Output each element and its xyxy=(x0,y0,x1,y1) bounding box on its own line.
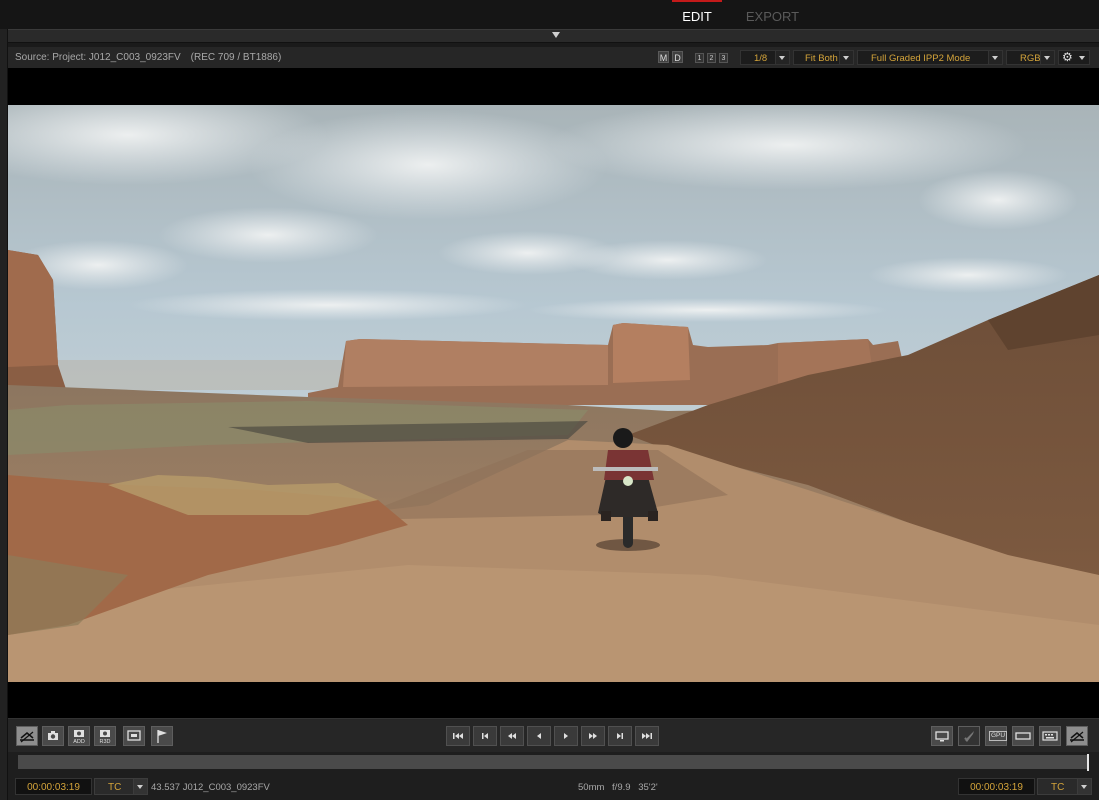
gpu-button[interactable]: GPU xyxy=(985,726,1008,746)
go-to-start-icon xyxy=(453,733,463,739)
collapse-panel-toggle[interactable] xyxy=(8,29,1099,43)
fast-forward-icon xyxy=(589,733,597,739)
timecode-right[interactable]: 00:00:03:19 xyxy=(958,778,1035,795)
aspect-frame-icon xyxy=(1015,732,1031,740)
chevron-down-icon xyxy=(1040,51,1054,64)
source-name: Source: Project: J012_C003_0923FV xyxy=(15,52,181,63)
resolution-dropdown[interactable]: 1/8 xyxy=(740,50,790,65)
step-back-button[interactable] xyxy=(473,726,497,746)
gear-icon: ⚙ xyxy=(1062,50,1073,64)
toggle-overlay-button[interactable] xyxy=(16,726,38,746)
tab-edit[interactable]: EDIT xyxy=(672,0,722,29)
transport-bar: ADD R3D GPU xyxy=(8,718,1099,752)
resolution-value: 1/8 xyxy=(754,53,768,64)
pipeline-dropdown[interactable]: Full Graded IPP2 Mode xyxy=(857,50,1003,65)
left-rail xyxy=(0,29,8,800)
viewer-header: Source: Project: J012_C003_0923FV (REC 70… xyxy=(8,47,1099,68)
tc-mode-dropdown-right[interactable]: TC xyxy=(1037,778,1092,795)
source-label: Source: Project: J012_C003_0923FV (REC 70… xyxy=(15,52,281,63)
aspect-frame-button[interactable] xyxy=(1012,726,1034,746)
top-tab-bar: EDIT EXPORT xyxy=(0,0,1099,29)
tc-mode-right-value: TC xyxy=(1051,782,1065,793)
flag-icon xyxy=(157,730,167,743)
chevron-down-icon xyxy=(839,51,853,64)
lens-info: 50mm f/9.9 35'2' xyxy=(578,782,663,793)
chevron-down-icon xyxy=(1077,779,1091,794)
view-button-2[interactable]: 2 xyxy=(707,53,716,63)
snapshot-add-label: ADD xyxy=(73,739,85,745)
snapshot-r3d-label: R3D xyxy=(99,739,111,745)
fit-value: Fit Both xyxy=(805,53,838,64)
go-to-end-icon xyxy=(642,733,652,739)
monitor-button[interactable] xyxy=(931,726,953,746)
pipeline-value: Full Graded IPP2 Mode xyxy=(871,53,971,64)
go-to-end-button[interactable] xyxy=(635,726,659,746)
playhead[interactable] xyxy=(1086,754,1089,771)
chevron-down-icon xyxy=(552,32,560,38)
aperture: f/9.9 xyxy=(612,782,631,793)
channel-dropdown[interactable]: RGB xyxy=(1006,50,1055,65)
tc-mode-left-value: TC xyxy=(108,782,122,793)
timecode-left[interactable]: 00:00:03:19 xyxy=(15,778,92,795)
gpu-icon: GPU xyxy=(989,731,1008,741)
rocket-button[interactable] xyxy=(958,726,980,746)
status-bar: 00:00:03:19 TC 43.537 J012_C003_0923FV 5… xyxy=(8,774,1099,800)
step-forward-button[interactable] xyxy=(608,726,632,746)
timeline-scrubber[interactable] xyxy=(18,755,1089,769)
play-reverse-button[interactable] xyxy=(527,726,551,746)
fast-forward-button[interactable] xyxy=(581,726,605,746)
color-space-label: (REC 709 / BT1886) xyxy=(190,52,282,63)
fit-dropdown[interactable]: Fit Both xyxy=(793,50,854,65)
snapshot-add-button[interactable]: ADD xyxy=(68,726,90,746)
chevron-down-icon xyxy=(1076,51,1089,64)
view-button-1[interactable]: 1 xyxy=(695,53,704,63)
rocket-icon xyxy=(964,731,974,742)
snapshot-r3d-button[interactable]: R3D xyxy=(94,726,116,746)
mode-button-d[interactable]: D xyxy=(672,51,683,63)
snapshot-button[interactable] xyxy=(42,726,64,746)
chevron-down-icon xyxy=(133,779,147,794)
focal-length: 50mm xyxy=(578,782,605,793)
rewind-icon xyxy=(508,733,516,739)
desert-motorcycle-frame xyxy=(8,105,1099,682)
mode-button-m[interactable]: M xyxy=(658,51,669,63)
go-to-start-button[interactable] xyxy=(446,726,470,746)
flag-button[interactable] xyxy=(151,726,173,746)
tc-mode-dropdown-left[interactable]: TC xyxy=(94,778,148,795)
slate-icon xyxy=(127,730,141,741)
view-button-3[interactable]: 3 xyxy=(719,53,728,63)
settings-button[interactable]: ⚙ xyxy=(1058,50,1090,65)
toggle-overlay-icon xyxy=(20,731,34,743)
timeline-area xyxy=(8,752,1099,774)
play-icon xyxy=(564,733,568,739)
video-frame[interactable] xyxy=(8,105,1099,682)
slate-button[interactable] xyxy=(123,726,145,746)
snapshot-icon xyxy=(48,731,58,740)
keyboard-icon xyxy=(1042,731,1058,741)
clip-name: 43.537 J012_C003_0923FV xyxy=(151,782,270,793)
keyboard-button[interactable] xyxy=(1039,726,1061,746)
toggle-overlay-button-right[interactable] xyxy=(1066,726,1088,746)
play-reverse-icon xyxy=(537,733,541,739)
channel-value: RGB xyxy=(1020,53,1041,64)
step-back-icon xyxy=(482,733,488,739)
monitor-icon xyxy=(935,731,949,742)
focus-distance: 35'2' xyxy=(638,782,658,793)
tab-export[interactable]: EXPORT xyxy=(745,0,800,29)
chevron-down-icon xyxy=(988,51,1002,64)
rewind-button[interactable] xyxy=(500,726,524,746)
toggle-overlay-icon xyxy=(1070,731,1084,743)
chevron-down-icon xyxy=(775,51,789,64)
step-forward-icon xyxy=(617,733,623,739)
video-viewer[interactable] xyxy=(8,68,1099,718)
play-button[interactable] xyxy=(554,726,578,746)
